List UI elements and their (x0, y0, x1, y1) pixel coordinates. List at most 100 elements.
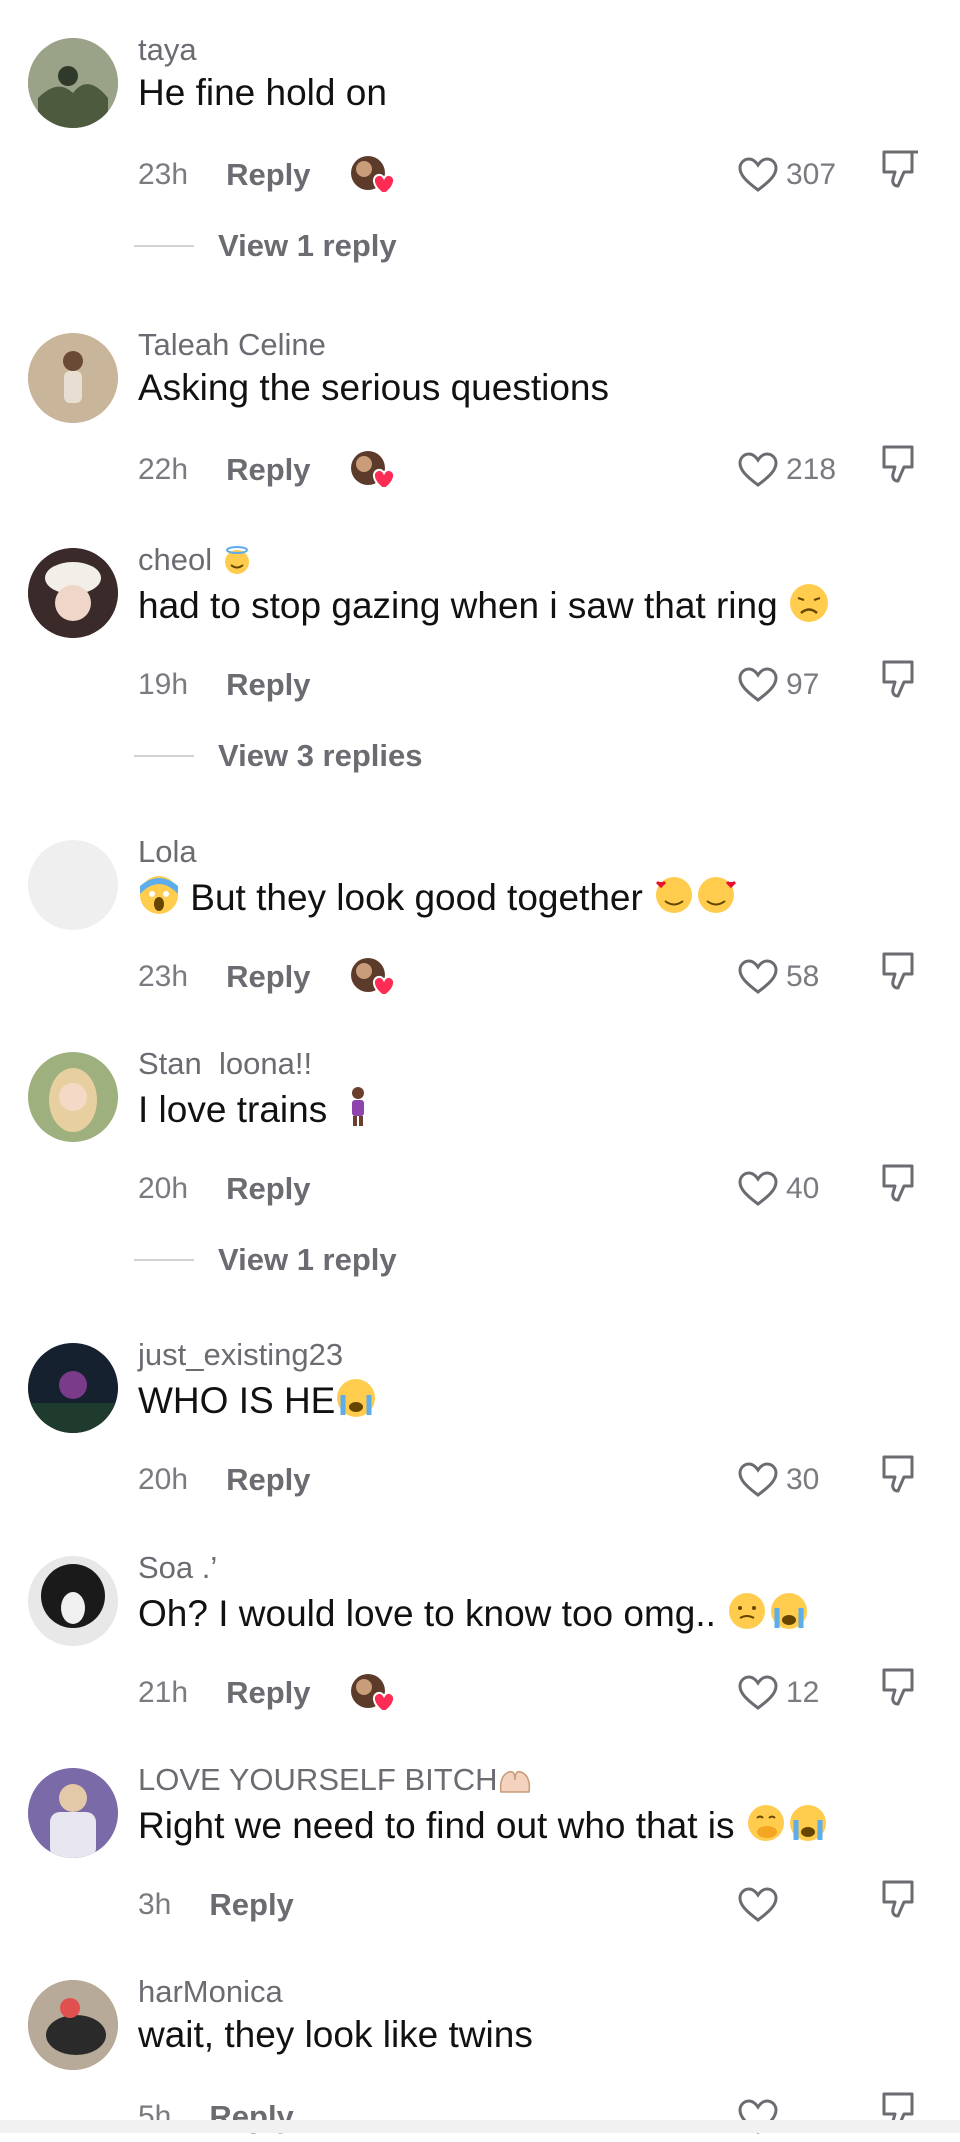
username[interactable]: LOVE YOURSELF BITCH (138, 1762, 533, 1798)
like-count: 58 (786, 960, 820, 993)
avatar[interactable] (28, 840, 118, 930)
dislike-button[interactable] (880, 148, 930, 198)
comment-text: WHO IS HE (138, 1377, 377, 1422)
dislike-button[interactable] (880, 658, 930, 708)
creator-liked-icon (350, 153, 400, 197)
comment-text: He fine hold on (138, 72, 387, 113)
comment-meta: 3h Reply (138, 1880, 294, 1930)
avatar-image (28, 1980, 118, 2070)
comment-meta: 5h Reply (138, 2092, 294, 2142)
comment-meta: 22h Reply (138, 445, 400, 495)
reply-button[interactable]: Reply (226, 157, 310, 193)
comment-meta: 20h Reply (138, 1164, 310, 1214)
timestamp: 22h (138, 453, 189, 486)
avatar[interactable] (28, 1980, 118, 2070)
like-button[interactable]: 12 (738, 1668, 819, 1718)
like-button[interactable]: 58 (738, 952, 819, 1002)
avatar-image (28, 333, 118, 423)
like-button[interactable]: 30 (738, 1455, 819, 1505)
view-replies-label: View 1 reply (218, 1242, 397, 1277)
avatar[interactable] (28, 548, 118, 638)
creator-liked-icon (350, 955, 400, 999)
view-replies-button[interactable]: View 1 reply (134, 1242, 397, 1278)
avatar[interactable] (28, 1052, 118, 1142)
comment-meta: 20h Reply (138, 1455, 310, 1505)
like-button[interactable]: 307 (738, 150, 836, 200)
like-button[interactable] (738, 2092, 786, 2142)
hand-over-mouth-and-crying-face-emoji (747, 1805, 826, 1841)
creator-liked-icon (350, 448, 400, 492)
reply-button[interactable]: Reply (226, 1462, 310, 1498)
thumbs-down-icon (882, 1880, 914, 1918)
heart-outline-icon (738, 1887, 778, 1922)
avatar-image (28, 38, 118, 128)
divider-line (134, 1259, 194, 1261)
avatar[interactable] (28, 1343, 118, 1433)
dislike-button[interactable] (880, 1453, 930, 1503)
heart-outline-icon (738, 1171, 778, 1206)
reply-button[interactable]: Reply (226, 1675, 310, 1711)
like-button[interactable]: 40 (738, 1164, 819, 1214)
avatar[interactable] (28, 333, 118, 423)
shy-face-and-crying-face-emoji (729, 1593, 808, 1629)
like-button[interactable]: 218 (738, 445, 836, 495)
avatar[interactable] (28, 38, 118, 128)
dislike-button[interactable] (880, 1878, 930, 1928)
thumbs-down-icon (882, 660, 914, 698)
avatar[interactable] (28, 1768, 118, 1858)
heart-hands-emoji (500, 1770, 531, 1793)
comment-text-content: Right we need to find out who that is (138, 1805, 735, 1846)
comment-text-content: had to stop gazing when i saw that ring (138, 585, 778, 626)
reply-button[interactable]: Reply (226, 1171, 310, 1207)
reply-button[interactable]: Reply (226, 959, 310, 995)
username[interactable]: taya (138, 32, 197, 68)
username[interactable]: just_existing23 (138, 1337, 343, 1373)
smiling-face-with-halo-emoji (224, 546, 249, 574)
view-replies-label: View 3 replies (218, 738, 423, 773)
avatar[interactable] (28, 1556, 118, 1646)
timestamp: 20h (138, 1463, 189, 1496)
timestamp: 21h (138, 1676, 189, 1709)
avatar-image (28, 1556, 118, 1646)
view-replies-button[interactable]: View 3 replies (134, 738, 423, 774)
reply-button[interactable]: Reply (226, 452, 310, 488)
heart-outline-icon (738, 1675, 778, 1710)
dislike-button[interactable] (880, 1666, 930, 1716)
dislike-button[interactable] (880, 950, 930, 1000)
heart-outline-icon (738, 157, 778, 192)
divider-line (134, 755, 194, 757)
like-button[interactable] (738, 1880, 786, 1930)
thumbs-down-icon (882, 150, 918, 188)
heart-outline-icon (738, 452, 778, 487)
username[interactable]: Lola (138, 834, 197, 870)
comment-text: But they look good together (138, 874, 737, 919)
username[interactable]: harMonica (138, 1974, 283, 2010)
username[interactable]: cheol (138, 542, 253, 578)
like-button[interactable]: 97 (738, 660, 819, 710)
thumbs-down-icon (882, 1668, 914, 1706)
comment-text-content: But they look good together (190, 877, 643, 918)
avatar-image (28, 1052, 118, 1142)
view-replies-button[interactable]: View 1 reply (134, 228, 397, 264)
heart-outline-icon (738, 1462, 778, 1497)
dislike-button[interactable] (880, 1162, 930, 1212)
dislike-button[interactable] (880, 443, 930, 493)
comment-meta: 21h Reply (138, 1668, 400, 1718)
timestamp: 3h (138, 1888, 172, 1921)
like-count: 97 (786, 668, 820, 701)
heart-outline-icon (738, 959, 778, 994)
reply-button[interactable]: Reply (226, 667, 310, 703)
username[interactable]: Stan loona!! (138, 1046, 312, 1082)
timestamp: 19h (138, 668, 189, 701)
comment-text: Asking the serious questions (138, 367, 609, 408)
username[interactable]: Taleah Celine (138, 327, 326, 363)
comment-text-content: WHO IS HE (138, 1380, 336, 1421)
timestamp: 23h (138, 960, 189, 993)
avatar-image (28, 548, 118, 638)
screaming-face-emoji (140, 876, 178, 914)
reply-button[interactable]: Reply (209, 1887, 293, 1923)
view-replies-label: View 1 reply (218, 228, 397, 263)
timestamp: 20h (138, 1172, 189, 1205)
avatar-image (28, 1343, 118, 1433)
username[interactable]: Soa .’ (138, 1550, 217, 1586)
